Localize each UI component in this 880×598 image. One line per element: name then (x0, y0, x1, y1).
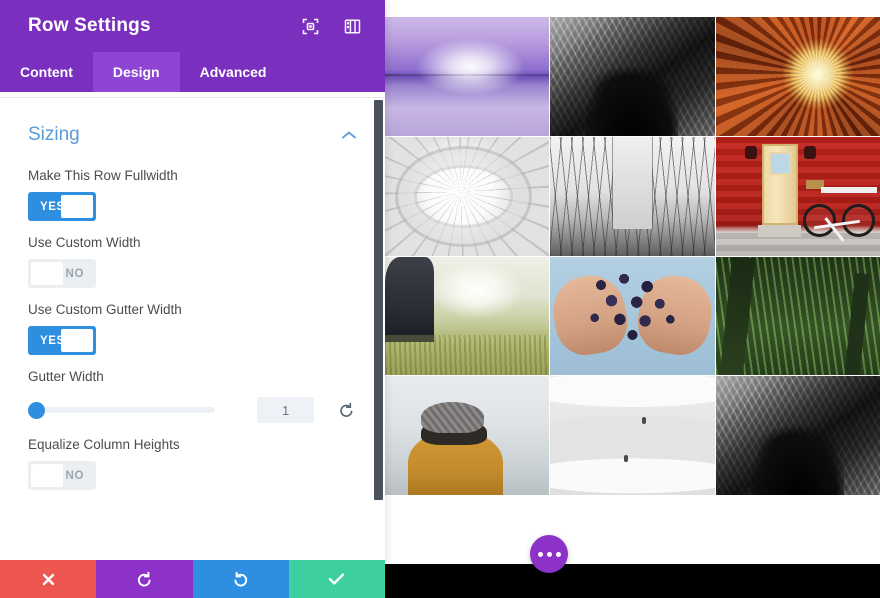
ellipsis-icon (537, 551, 543, 557)
photo-sunlit-field (385, 256, 550, 376)
panel-tabs: Content Design Advanced (0, 52, 385, 92)
photo-museum-skylight (385, 136, 550, 256)
grape-cluster-shape (579, 270, 686, 350)
field-label: Gutter Width (28, 369, 104, 384)
photo-arch-ceiling (550, 17, 715, 136)
door-window-shape (768, 152, 791, 176)
tab-design[interactable]: Design (92, 52, 180, 92)
checkmark-icon (328, 572, 345, 586)
photo-brooklyn-bridge (550, 136, 715, 256)
bicycle-wheel-shape (802, 203, 837, 237)
toggle-equalize-column-heights[interactable]: NO (28, 461, 96, 490)
field-use-custom-gutter-width: Use Custom Gutter Width YES (28, 288, 357, 355)
section-title: Sizing (28, 124, 80, 145)
gallery-item[interactable] (385, 256, 550, 376)
preview-footer-strip (385, 564, 880, 598)
knit-hat-shape (421, 402, 484, 434)
toggle-value: NO (65, 267, 84, 280)
photo-arch-ceiling (715, 376, 880, 495)
undo-button[interactable] (96, 560, 193, 598)
person-dot (642, 416, 647, 424)
gallery-item[interactable] (385, 17, 550, 136)
ellipsis-icon (555, 551, 561, 557)
cancel-button[interactable] (0, 560, 97, 598)
panel-body: Sizing Make This Row Fullwidth YES Use C… (0, 92, 385, 560)
photo-guggenheim-spiral (550, 376, 715, 495)
slider-track (28, 407, 216, 413)
panel-header: Row Settings (0, 0, 385, 52)
gallery-item[interactable] (385, 136, 550, 256)
more-options-button[interactable] (530, 535, 568, 573)
reset-arrow-icon[interactable] (336, 398, 357, 422)
photo-hands-grapes (550, 256, 715, 376)
panel-scrollbar[interactable] (374, 100, 383, 500)
layout-columns-icon[interactable] (341, 15, 363, 37)
toggle-use-custom-width[interactable]: NO (28, 259, 96, 288)
field-gutter-width: Gutter Width (28, 355, 357, 423)
tab-advanced[interactable]: Advanced (180, 52, 287, 92)
toggle-use-custom-gutter-width[interactable]: YES (28, 326, 96, 355)
gallery-item[interactable] (550, 256, 715, 376)
close-x-icon (41, 572, 56, 587)
page-preview (385, 0, 880, 598)
gallery-item[interactable] (715, 376, 880, 495)
page-title: Row Settings (28, 15, 151, 36)
gallery-item[interactable] (385, 376, 550, 495)
gallery-item[interactable] (550, 376, 715, 495)
photo-library-dome (715, 17, 880, 136)
save-button[interactable] (288, 560, 385, 598)
gallery-item[interactable] (550, 17, 715, 136)
toggle-value: NO (65, 469, 84, 482)
gallery-item[interactable] (550, 136, 715, 256)
redo-button[interactable] (192, 560, 289, 598)
tab-content[interactable]: Content (0, 52, 93, 92)
field-label: Use Custom Width (28, 235, 141, 250)
door-shape (761, 143, 798, 225)
toggle-knob (61, 195, 93, 218)
gallery-item[interactable] (715, 256, 880, 376)
focus-target-icon[interactable] (299, 15, 321, 37)
panel-footer (0, 560, 385, 598)
undo-arrow-icon (136, 571, 153, 588)
wall-lamp-icon (745, 146, 757, 160)
row-settings-panel: Row Settings Content Design Advanced Siz… (0, 0, 385, 598)
photo-person-mustard-coat (385, 376, 550, 495)
photo-bamboo-forest (715, 256, 880, 376)
gutter-width-input[interactable] (257, 397, 315, 423)
toggle-knob (61, 329, 93, 352)
wall-lamp-icon (804, 146, 816, 160)
photo-sunset-water (385, 17, 550, 136)
slider-handle[interactable] (28, 401, 45, 419)
gutter-width-slider[interactable] (28, 399, 216, 421)
chevron-up-icon[interactable] (341, 130, 357, 140)
app-root: Row Settings Content Design Advanced Siz… (0, 0, 880, 598)
photo-red-wall-bicycle (715, 136, 880, 256)
door-step-shape (758, 224, 802, 237)
header-actions (299, 15, 363, 37)
image-gallery-grid (385, 17, 880, 495)
toggle-knob (31, 464, 63, 487)
redo-arrow-icon (232, 571, 249, 588)
bicycle-shape (802, 201, 876, 242)
section-header-sizing[interactable]: Sizing (28, 98, 357, 154)
person-dot (624, 454, 629, 462)
shelf-shape (820, 186, 877, 193)
toggle-knob (31, 262, 63, 285)
gallery-item[interactable] (715, 17, 880, 136)
toggle-make-row-fullwidth[interactable]: YES (28, 192, 96, 221)
gallery-item[interactable] (715, 136, 880, 256)
field-use-custom-width: Use Custom Width NO (28, 221, 357, 288)
settings-scroll-area: Sizing Make This Row Fullwidth YES Use C… (0, 92, 385, 560)
field-equalize-column-heights: Equalize Column Heights NO (28, 423, 357, 490)
field-label: Use Custom Gutter Width (28, 302, 182, 317)
gutter-width-slider-row (28, 393, 357, 423)
field-make-row-fullwidth: Make This Row Fullwidth YES (28, 154, 357, 221)
ellipsis-icon (546, 551, 552, 557)
field-label: Make This Row Fullwidth (28, 168, 178, 183)
field-label: Equalize Column Heights (28, 437, 180, 452)
